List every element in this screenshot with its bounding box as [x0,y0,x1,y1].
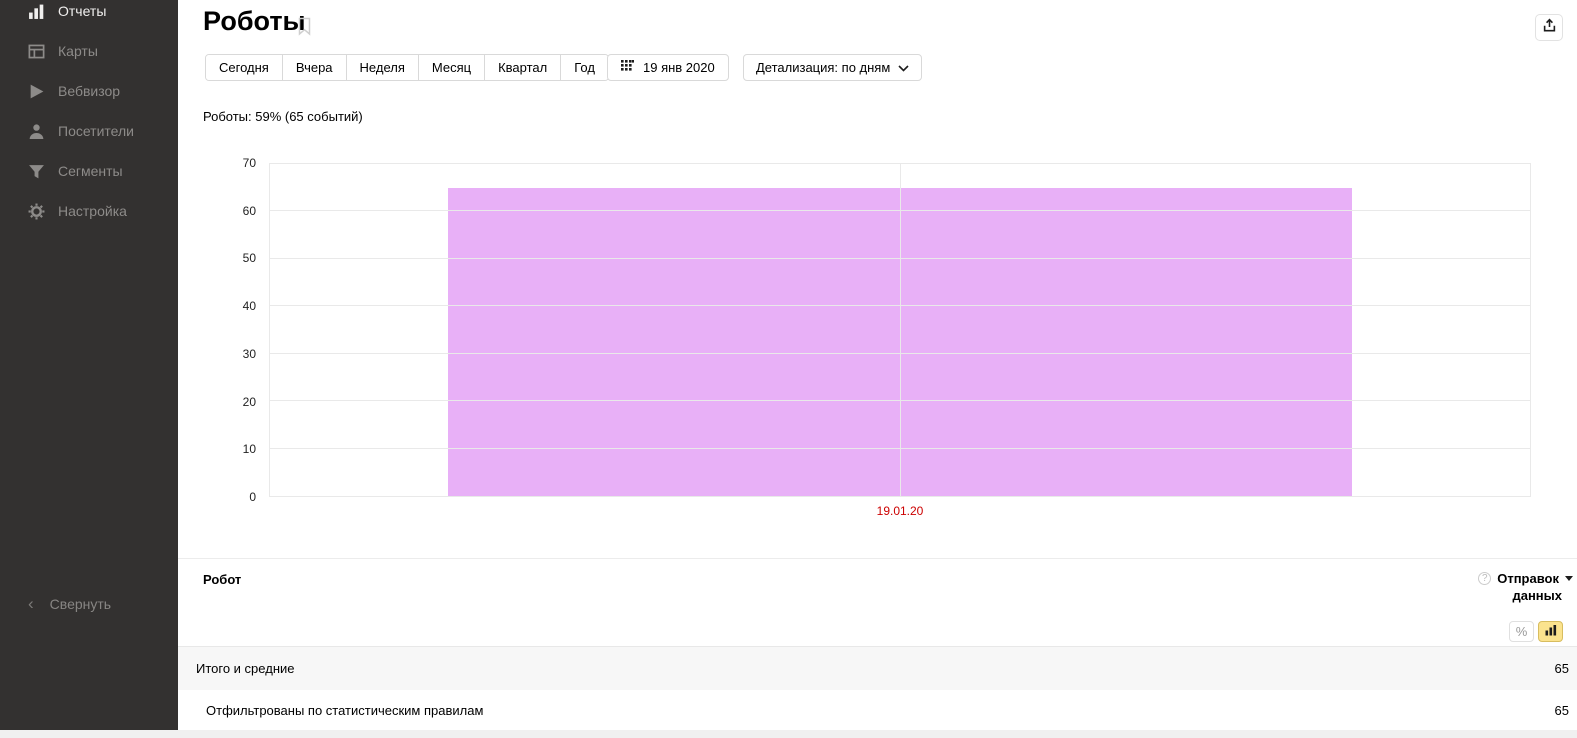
sort-desc-caret-icon [1565,576,1573,581]
yandex-metrica-robots-page: Отчеты Карты Вебвизор Посетители [0,0,1577,738]
bottom-strip [0,730,1577,738]
upload-icon [1542,18,1557,38]
y-tick-label: 20 [180,395,256,409]
sidebar-item-label: Карты [58,43,98,59]
table-header-row: Робот ? Отправок данных % [178,558,1577,647]
sidebar-item-maps[interactable]: Карты [0,31,178,71]
chart-y-axis: 010203040506070 [180,163,256,497]
maps-icon [27,42,45,60]
y-tick-label: 0 [180,490,256,504]
robots-table: Робот ? Отправок данных % Итого и сред [178,558,1577,731]
calendar-grid-icon [621,60,634,76]
period-button-yesterday[interactable]: Вчера [282,55,346,80]
period-button-year[interactable]: Год [560,55,608,80]
collapse-label: Свернуть [50,596,111,612]
column-header-robot[interactable]: Робот [203,572,241,587]
chart-x-tick-label: 19.01.20 [269,504,1531,518]
detail-dropdown[interactable]: Детализация: по дням [743,54,922,81]
chevron-down-icon [898,60,909,75]
play-icon [27,82,45,100]
y-tick-label: 70 [180,156,256,170]
gear-icon [27,202,45,220]
sidebar-nav: Отчеты Карты Вебвизор Посетители [0,0,178,231]
row-label: Отфильтрованы по статистическим правилам [178,703,483,718]
page-title: Роботы [203,6,306,37]
period-button-today[interactable]: Сегодня [206,55,282,80]
sidebar-item-reports[interactable]: Отчеты [0,0,178,31]
chart-plot [269,163,1531,497]
period-button-week[interactable]: Неделя [346,55,418,80]
period-segmented-control: Сегодня Вчера Неделя Месяц Квартал Год [205,54,609,81]
y-tick-label: 60 [180,204,256,218]
row-label: Итого и средние [178,661,294,676]
y-tick-label: 30 [180,347,256,361]
person-icon [27,122,45,140]
y-tick-label: 10 [180,442,256,456]
period-button-quarter[interactable]: Квартал [484,55,560,80]
export-button[interactable] [1535,14,1563,41]
y-tick-label: 50 [180,251,256,265]
summary-text: Роботы: 59% (65 событий) [203,109,363,124]
period-button-month[interactable]: Месяц [418,55,484,80]
table-row-filtered[interactable]: Отфильтрованы по статистическим правилам… [178,690,1577,731]
bar-chart-icon [1545,623,1557,641]
sidebar-collapse-button[interactable]: ‹ Свернуть [0,588,111,620]
metric-header-label: Отправок [1497,571,1559,586]
bars-toggle-button[interactable] [1538,621,1563,642]
sidebar-item-label: Посетители [58,123,134,139]
chevron-left-icon: ‹ [28,594,34,614]
funnel-icon [27,162,45,180]
sidebar-item-webvisor[interactable]: Вебвизор [0,71,178,111]
metric-display-toggles: % [1509,621,1563,642]
sidebar: Отчеты Карты Вебвизор Посетители [0,0,178,730]
metric-header-label-2: данных [1478,588,1562,603]
sidebar-item-segments[interactable]: Сегменты [0,151,178,191]
bookmark-icon[interactable] [297,17,312,41]
row-value: 65 [1555,647,1569,690]
sidebar-item-label: Отчеты [58,3,106,19]
percent-toggle-button[interactable]: % [1509,621,1534,642]
sidebar-item-label: Настройка [58,203,127,219]
date-picker-button[interactable]: 19 янв 2020 [607,54,729,81]
detail-dropdown-label: Детализация: по дням [756,60,890,75]
date-picker-label: 19 янв 2020 [643,60,715,75]
column-header-metric[interactable]: ? Отправок данных [1478,571,1573,603]
question-circle-icon[interactable]: ? [1478,572,1491,585]
sidebar-item-label: Вебвизор [58,83,120,99]
y-tick-label: 40 [180,299,256,313]
sidebar-item-settings[interactable]: Настройка [0,191,178,231]
row-value: 65 [1555,690,1569,730]
table-row-totals[interactable]: Итого и средние 65 [178,647,1577,690]
sidebar-item-label: Сегменты [58,163,123,179]
sidebar-item-visitors[interactable]: Посетители [0,111,178,151]
bar-chart-icon [27,2,45,20]
